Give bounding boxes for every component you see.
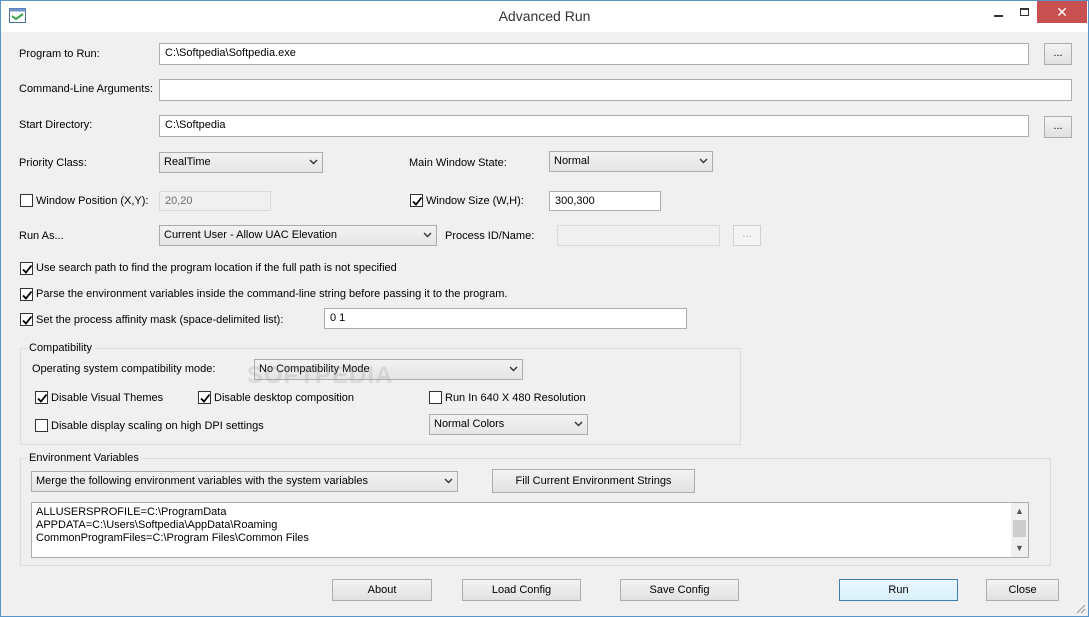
process-id-input[interactable] [557, 225, 720, 246]
window-position-checkbox[interactable] [20, 194, 33, 207]
run-button[interactable]: Run [839, 579, 958, 601]
start-dir-input[interactable]: C:\Softpedia [159, 115, 1029, 137]
minimize-button[interactable] [985, 1, 1011, 23]
about-button[interactable]: About [332, 579, 432, 601]
checkmark-icon [37, 393, 48, 403]
disable-dpi-checkbox[interactable] [35, 419, 48, 432]
program-path-input[interactable]: C:\Softpedia\Softpedia.exe [159, 43, 1029, 65]
start-dir-label: Start Directory: [19, 119, 93, 131]
main-window-state-select[interactable]: Normal [549, 151, 713, 172]
checkmark-icon [22, 264, 33, 274]
chevron-down-icon [444, 478, 453, 484]
run-640-label: Run In 640 X 480 Resolution [445, 392, 586, 404]
os-mode-label: Operating system compatibility mode: [32, 363, 216, 375]
disable-dpi-label: Disable display scaling on high DPI sett… [51, 420, 264, 432]
close-icon: ✕ [1056, 4, 1068, 20]
colors-value: Normal Colors [434, 418, 505, 430]
affinity-label: Set the process affinity mask (space-del… [36, 314, 284, 326]
priority-select[interactable]: RealTime [159, 152, 323, 173]
args-input[interactable] [159, 79, 1072, 101]
scroll-down-icon[interactable]: ▼ [1011, 540, 1028, 557]
parse-env-checkbox[interactable] [20, 288, 33, 301]
environment-textarea[interactable]: ALLUSERSPROFILE=C:\ProgramData APPDATA=C… [31, 502, 1029, 558]
search-path-checkbox[interactable] [20, 262, 33, 275]
resize-grip-icon[interactable] [1074, 602, 1086, 614]
chevron-down-icon [509, 366, 518, 372]
watermark: SOFTPEDIA [247, 362, 394, 389]
chevron-down-icon [699, 158, 708, 164]
environment-mode-select[interactable]: Merge the following environment variable… [31, 471, 458, 492]
maximize-icon [1019, 8, 1029, 16]
affinity-input[interactable]: 0 1 [324, 308, 687, 329]
maximize-button[interactable] [1011, 1, 1037, 23]
main-window-state-label: Main Window State: [409, 157, 507, 169]
disable-themes-label: Disable Visual Themes [51, 392, 164, 404]
save-config-button[interactable]: Save Config [620, 579, 739, 601]
priority-label: Priority Class: [19, 157, 87, 169]
disable-themes-checkbox[interactable] [35, 391, 48, 404]
window-size-checkbox[interactable] [410, 194, 423, 207]
start-dir-browse-button[interactable]: ... [1044, 116, 1072, 138]
window-size-label: Window Size (W,H): [426, 195, 524, 207]
affinity-checkbox[interactable] [20, 313, 33, 326]
vertical-scrollbar[interactable]: ▲ ▼ [1011, 503, 1028, 557]
close-window-button[interactable]: ✕ [1037, 1, 1087, 23]
minimize-icon [993, 15, 1003, 17]
chevron-down-icon [574, 421, 583, 427]
priority-value: RealTime [164, 156, 211, 168]
program-browse-button[interactable]: ... [1044, 43, 1072, 65]
env-line: CommonProgramFiles=C:\Program Files\Comm… [36, 532, 309, 544]
colors-select[interactable]: Normal Colors [429, 414, 588, 435]
run-as-label: Run As... [19, 230, 64, 242]
env-line: APPDATA=C:\Users\Softpedia\AppData\Roami… [36, 519, 278, 531]
window-position-input[interactable]: 20,20 [159, 191, 271, 211]
run-as-select[interactable]: Current User - Allow UAC Elevation [159, 225, 437, 246]
close-button[interactable]: Close [986, 579, 1059, 601]
compatibility-title: Compatibility [27, 342, 94, 354]
chevron-down-icon [423, 232, 432, 238]
search-path-label: Use search path to find the program loca… [36, 262, 397, 274]
checkmark-icon [412, 196, 423, 206]
chevron-down-icon [309, 159, 318, 165]
disable-composition-checkbox[interactable] [198, 391, 211, 404]
window-size-input[interactable]: 300,300 [549, 191, 661, 211]
scroll-up-icon[interactable]: ▲ [1011, 503, 1028, 520]
run-640-checkbox[interactable] [429, 391, 442, 404]
checkmark-icon [200, 393, 211, 403]
main-window-state-value: Normal [554, 155, 590, 167]
window-title: Advanced Run [498, 8, 591, 24]
program-label: Program to Run: [19, 48, 100, 60]
environment-title: Environment Variables [27, 452, 141, 464]
args-label: Command-Line Arguments: [19, 83, 153, 95]
env-line: ALLUSERSPROFILE=C:\ProgramData [36, 506, 227, 518]
checkmark-icon [22, 315, 33, 325]
environment-mode-value: Merge the following environment variable… [36, 475, 368, 487]
checkmark-icon [22, 290, 33, 300]
run-as-value: Current User - Allow UAC Elevation [164, 229, 338, 241]
process-id-browse-button[interactable]: ... [733, 225, 761, 246]
scroll-thumb[interactable] [1013, 520, 1026, 537]
title-bar[interactable]: Advanced Run ✕ [1, 1, 1088, 32]
fill-env-button[interactable]: Fill Current Environment Strings [492, 469, 695, 493]
process-id-label: Process ID/Name: [445, 230, 535, 242]
advanced-run-window: Advanced Run ✕ Program to Run: C:\Softpe… [0, 0, 1089, 617]
window-position-label: Window Position (X,Y): [36, 195, 149, 207]
parse-env-label: Parse the environment variables inside t… [36, 288, 508, 300]
disable-composition-label: Disable desktop composition [214, 392, 355, 404]
load-config-button[interactable]: Load Config [462, 579, 581, 601]
